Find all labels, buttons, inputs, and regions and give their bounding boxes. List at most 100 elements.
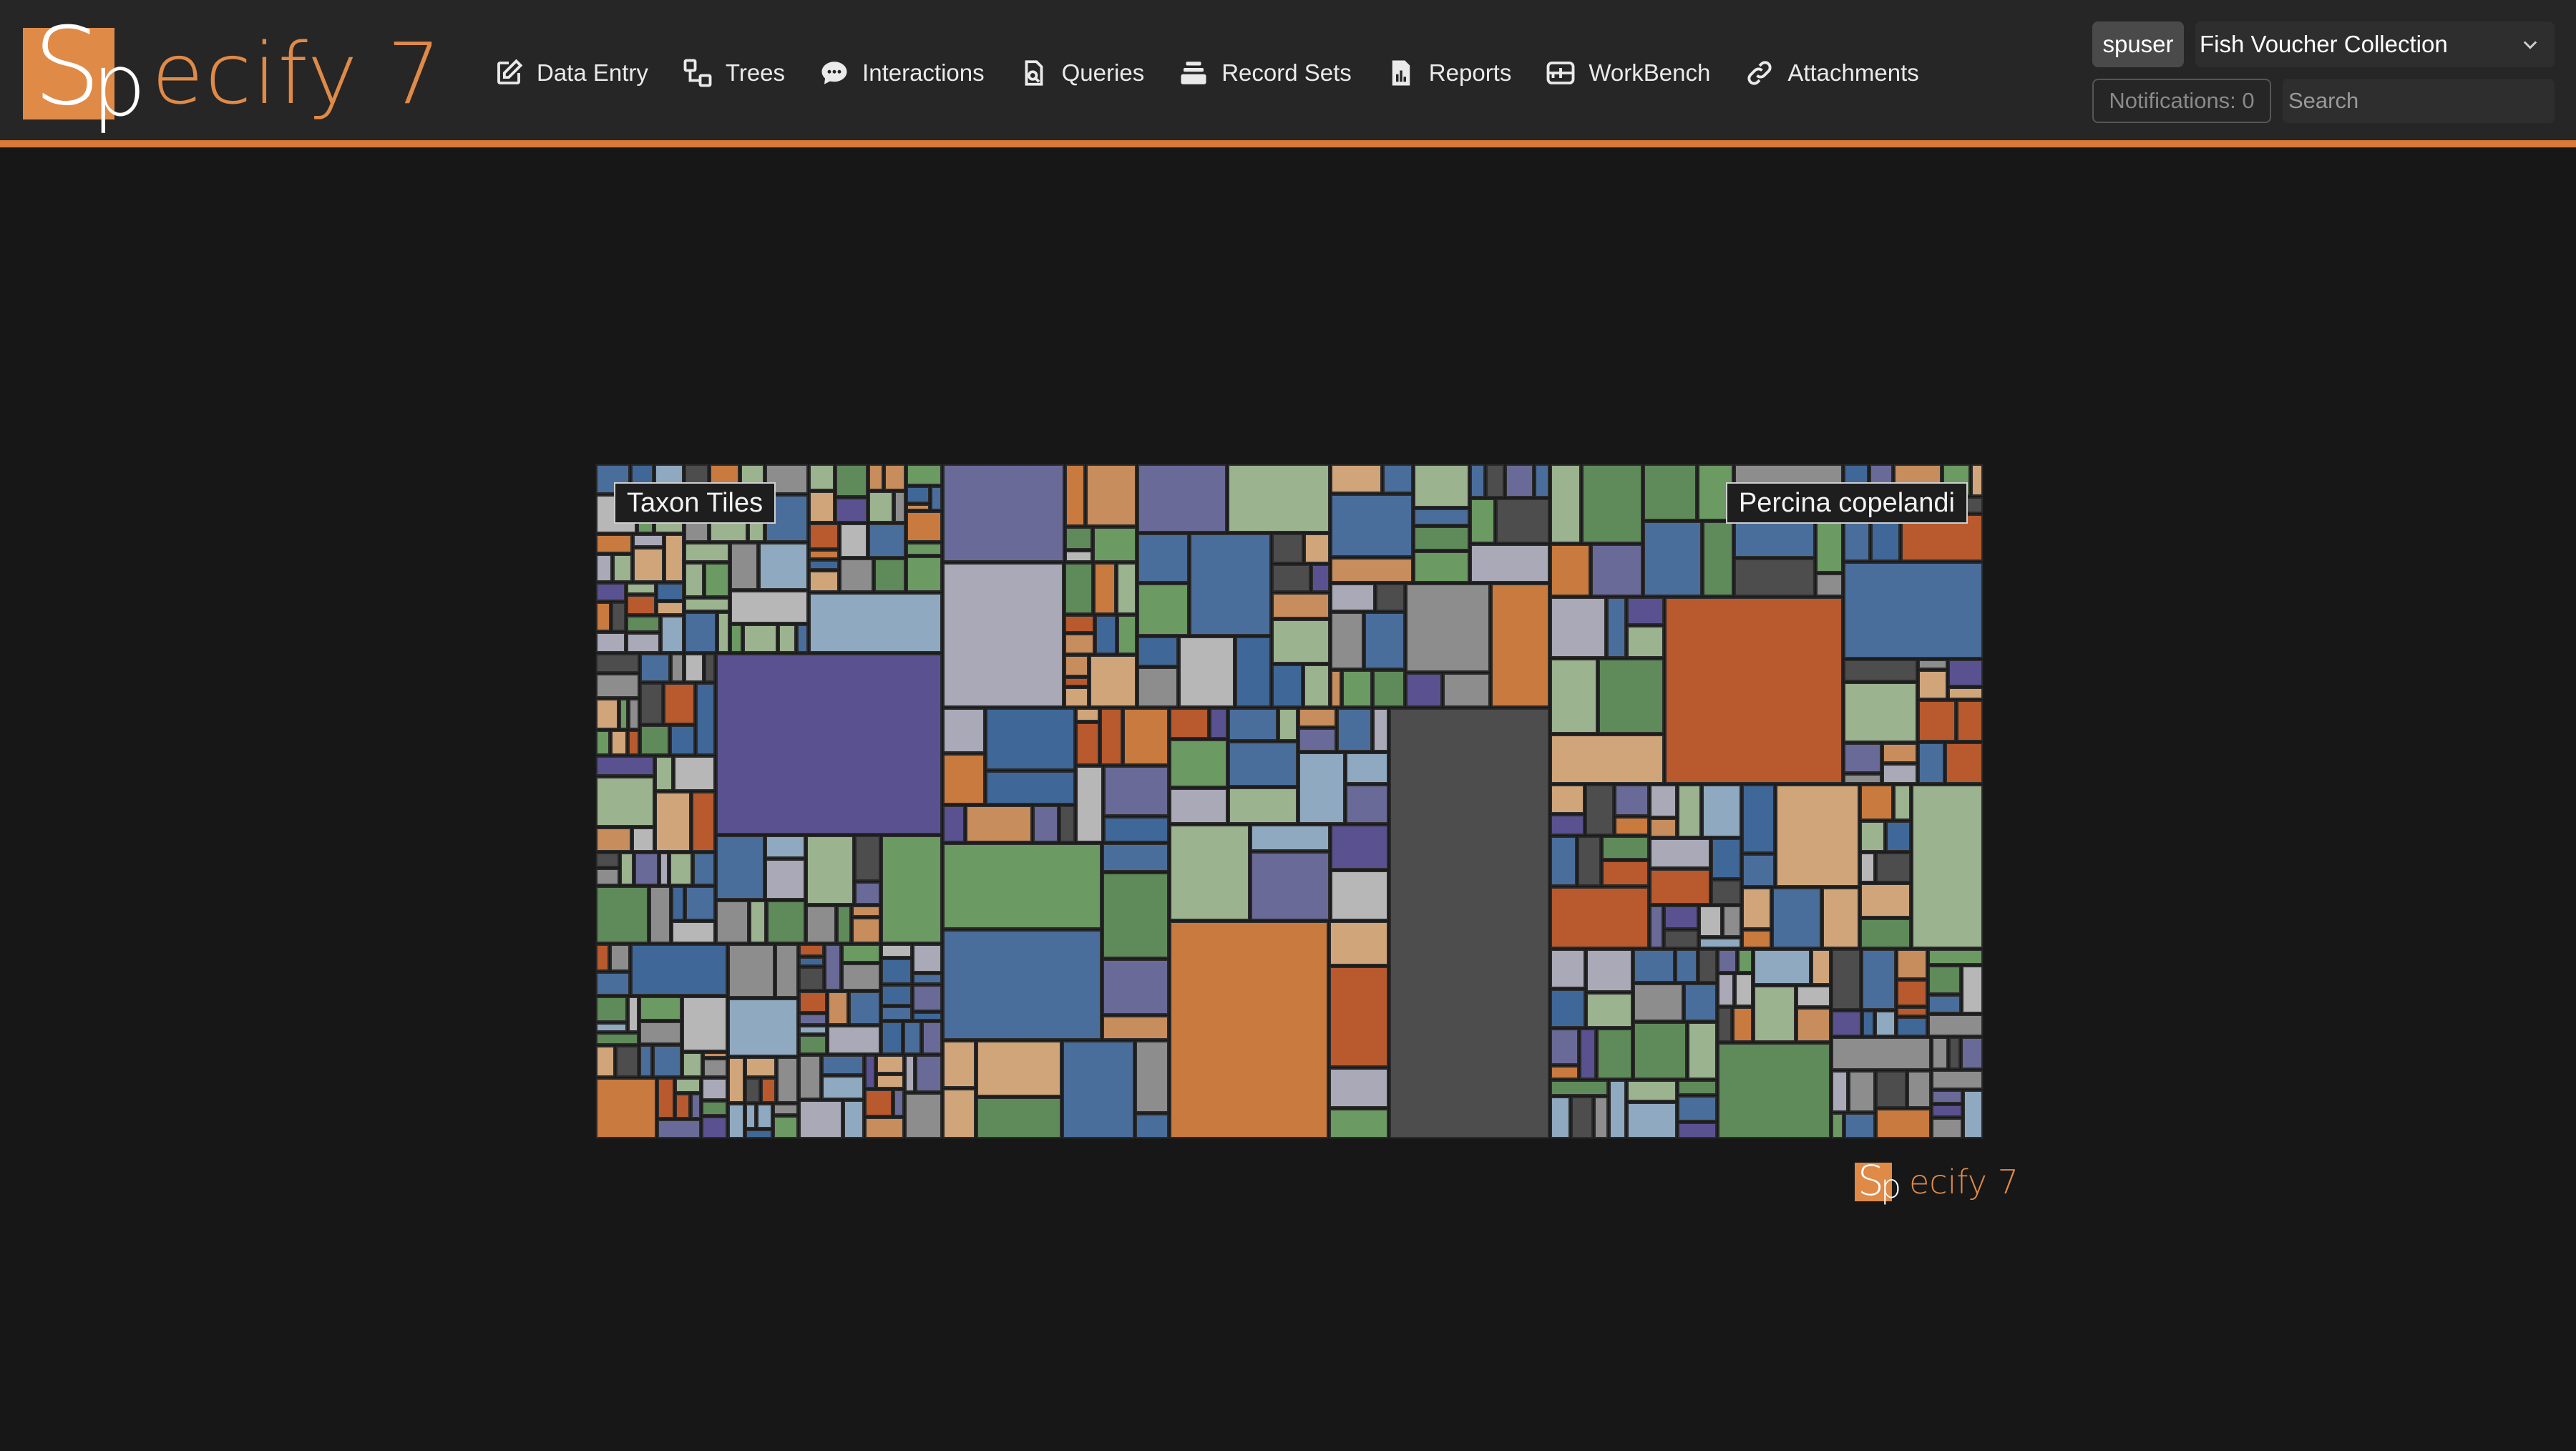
taxon-tile[interactable] [1065,563,1093,614]
taxon-tile[interactable] [1928,949,1983,964]
taxon-tile[interactable] [913,974,942,984]
taxon-tile[interactable] [702,1101,727,1115]
taxon-tile[interactable] [1832,1037,1931,1070]
taxon-tile[interactable] [1551,815,1584,835]
taxon-tile[interactable] [1863,1011,1874,1036]
taxon-tile[interactable] [836,498,867,522]
taxon-tile[interactable] [1228,464,1330,532]
taxon-tile[interactable] [799,967,824,990]
taxon-tile[interactable] [799,992,826,1012]
taxon-tile[interactable] [675,1078,701,1093]
taxon-tile[interactable] [660,853,668,885]
taxon-tile[interactable] [616,1046,638,1077]
taxon-tile[interactable] [665,534,683,582]
taxon-tile[interactable] [1797,1008,1830,1042]
taxon-tile[interactable] [840,559,873,592]
taxon-tile[interactable] [852,918,880,943]
taxon-tile[interactable] [828,1026,880,1054]
taxon-tile[interactable] [943,563,1063,707]
taxon-tile[interactable] [1946,743,1983,783]
taxon-tile[interactable] [683,1052,702,1077]
taxon-tile[interactable] [774,1104,798,1115]
taxon-tile[interactable] [825,944,841,990]
taxon-tile[interactable] [728,999,798,1056]
taxon-tile[interactable] [692,792,715,851]
taxon-tile[interactable] [686,886,715,920]
taxon-tile[interactable] [1170,788,1227,824]
taxon-tile[interactable] [1118,615,1136,654]
taxon-tile[interactable] [1678,1096,1717,1121]
taxon-tile[interactable] [1735,974,1752,1006]
taxon-tile[interactable] [1065,688,1088,707]
taxon-tile[interactable] [855,836,880,881]
taxon-tile[interactable] [1551,1066,1579,1079]
taxon-tile[interactable] [743,625,777,653]
taxon-tile[interactable] [1330,1109,1388,1138]
taxon-tile[interactable] [809,492,834,522]
taxon-tile[interactable] [931,487,942,510]
taxon-tile[interactable] [1272,620,1330,663]
taxon-tile[interactable] [653,1045,681,1077]
taxon-tile[interactable] [596,583,625,601]
taxon-tile[interactable] [1330,1068,1388,1108]
taxon-tile[interactable] [822,1076,864,1099]
taxon-tile[interactable] [1090,655,1136,707]
taxon-tile[interactable] [1875,1011,1896,1036]
taxon-tile[interactable] [799,1014,826,1025]
taxon-tile[interactable] [610,944,630,971]
taxon-tile[interactable] [1971,464,1983,496]
taxon-tile[interactable] [943,1041,975,1088]
nav-queries[interactable]: Queries [1019,50,1144,96]
taxon-tile[interactable] [779,625,796,653]
taxon-tile[interactable] [777,1057,798,1103]
taxon-tile[interactable] [1491,584,1549,707]
taxon-tile[interactable] [731,543,758,590]
taxon-tile[interactable] [809,464,834,490]
taxon-tile[interactable] [1033,806,1058,842]
taxon-tile[interactable] [1331,464,1382,493]
taxon-tile[interactable] [1443,673,1490,707]
taxon-tile[interactable] [620,699,628,729]
taxon-tile[interactable] [1876,853,1911,882]
taxon-tile[interactable] [596,674,639,698]
taxon-tile[interactable] [865,1055,875,1088]
taxon-tile[interactable] [1634,1022,1687,1079]
taxon-tile[interactable] [1103,1016,1169,1040]
taxon-tile[interactable] [1414,527,1469,550]
taxon-tile[interactable] [1742,888,1771,929]
taxon-tile[interactable] [675,1094,690,1118]
taxon-tile[interactable] [1138,584,1189,635]
taxon-tile[interactable] [1229,788,1297,824]
taxon-tile[interactable] [633,828,654,851]
taxon-tile[interactable] [627,616,660,632]
taxon-tile[interactable] [916,1055,942,1092]
taxon-tile[interactable] [683,997,727,1051]
taxon-tile[interactable] [1860,919,1911,948]
taxon-tile[interactable] [1644,464,1697,520]
taxon-tile[interactable] [596,777,654,826]
taxon-tile[interactable] [1331,584,1375,611]
taxon-tile[interactable] [672,886,684,920]
taxon-tile[interactable] [1065,655,1088,676]
taxon-tile[interactable] [1699,938,1741,948]
taxon-tile[interactable] [635,853,658,885]
taxon-tile[interactable] [1346,785,1388,824]
taxon-tile[interactable] [809,593,942,653]
taxon-tile[interactable] [1599,659,1664,733]
taxon-tile[interactable] [631,944,727,995]
taxon-tile[interactable] [1823,888,1859,948]
taxon-tile[interactable] [650,886,670,943]
taxon-tile[interactable] [1597,1029,1632,1079]
taxon-tile[interactable] [767,901,805,943]
taxon-tile[interactable] [627,583,655,594]
taxon-tile[interactable] [905,1055,914,1092]
taxon-tile[interactable] [894,1090,904,1116]
taxon-tile[interactable] [664,683,695,724]
taxon-tile[interactable] [1897,1007,1927,1016]
taxon-tile[interactable] [620,853,633,885]
taxon-tile[interactable] [1963,1090,1983,1138]
taxon-tile[interactable] [1551,949,1585,988]
taxon-tile[interactable] [855,882,880,904]
taxon-tile[interactable] [1299,753,1345,824]
taxon-tile[interactable] [1718,974,1734,1006]
